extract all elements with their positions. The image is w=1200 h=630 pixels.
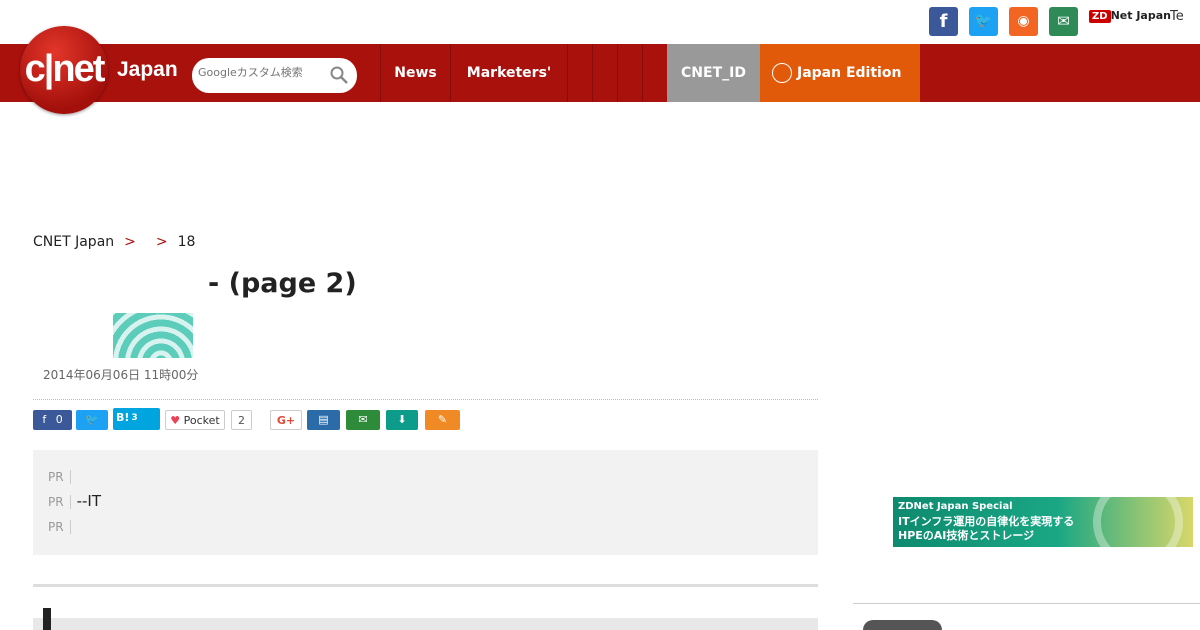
search-box[interactable] xyxy=(192,58,357,93)
pr-link[interactable]: PR xyxy=(48,467,77,485)
top-bar: f 🐦 ◉ ✉ ZD Net Japan Te xyxy=(0,0,1200,44)
facebook-icon[interactable]: f xyxy=(929,7,958,36)
breadcrumb: CNET Japan > >18 xyxy=(33,234,195,250)
mail-icon[interactable]: ✉ xyxy=(1049,7,1078,36)
content-box xyxy=(33,608,818,630)
twitter-share-button[interactable]: 🐦 xyxy=(76,410,108,430)
nav-divider xyxy=(567,44,568,102)
print-icon[interactable]: ▤ xyxy=(307,410,340,430)
banner-line-2: HPEのAI技術とストレージ xyxy=(898,529,1035,542)
pr-link[interactable]: PR --IT xyxy=(48,492,101,510)
email-share-icon[interactable]: ✉ xyxy=(346,410,380,430)
hatena-count: 3 xyxy=(131,413,138,423)
nav-divider xyxy=(642,44,643,102)
rss-icon[interactable]: ◉ xyxy=(1009,7,1038,36)
breadcrumb-separator: > xyxy=(155,234,168,250)
nav-marketers[interactable]: Marketers' xyxy=(450,44,567,102)
pr-link-text: --IT xyxy=(76,492,101,510)
pocket-count: 2 xyxy=(231,410,252,430)
japan-edition-button[interactable]: Japan Edition xyxy=(760,44,920,102)
cnet-logo[interactable]: c|net xyxy=(20,26,108,114)
banner-title: ZDNet Japan Special xyxy=(898,501,1013,512)
google-plus-button[interactable]: G+ xyxy=(270,410,302,430)
breadcrumb-home[interactable]: CNET Japan xyxy=(33,234,114,250)
banner-line-1: ITインフラ運用の自律化を実現する xyxy=(898,515,1075,528)
pocket-button[interactable]: ♥ Pocket xyxy=(165,410,225,430)
main-nav xyxy=(0,44,1200,102)
chevron-down-icon xyxy=(772,63,792,83)
pr-tag: PR xyxy=(48,495,71,509)
author-thumbnail xyxy=(113,313,193,358)
zdnet-badge: ZD xyxy=(1089,10,1111,23)
japan-edition-label: Japan Edition xyxy=(797,65,902,81)
nav-divider xyxy=(617,44,618,102)
nav-news[interactable]: News xyxy=(380,44,450,102)
breadcrumb-current[interactable]: 18 xyxy=(178,234,196,250)
pr-tag: PR xyxy=(48,470,71,484)
clip-icon[interactable]: ✎ xyxy=(425,410,460,430)
edition-label[interactable]: Japan xyxy=(117,58,178,82)
banner-text: ITインフラ運用の自律化を実現する HPEのAI技術とストレージ xyxy=(898,515,1074,543)
facebook-share-button[interactable]: f 0 xyxy=(33,410,72,430)
sidebar-item-thumbnail[interactable] xyxy=(863,620,942,630)
pocket-icon: ♥ xyxy=(170,414,181,427)
breadcrumb-separator: > xyxy=(124,234,136,250)
banner-decoration xyxy=(1093,497,1183,547)
divider xyxy=(33,399,818,400)
twitter-icon[interactable]: 🐦 xyxy=(969,7,998,36)
article-date: 2014年06月06日 11時00分 xyxy=(43,368,199,382)
zdnet-special-banner[interactable]: ZDNet Japan Special ITインフラ運用の自律化を実現する HPE… xyxy=(893,497,1193,547)
hatena-label: B! xyxy=(116,411,130,424)
box-accent xyxy=(43,608,51,630)
pr-tag: PR xyxy=(48,520,71,534)
section-divider xyxy=(33,584,818,587)
cnet-id-button[interactable]: CNET_ID xyxy=(667,44,760,102)
zdnet-logo-text: Net Japan xyxy=(1110,9,1171,22)
hatena-bookmark-button[interactable]: B! 3 xyxy=(113,408,160,430)
search-input[interactable] xyxy=(198,66,323,79)
nav-divider xyxy=(592,44,593,102)
pr-link[interactable]: PR xyxy=(48,517,77,535)
facebook-share-count: 0 xyxy=(55,413,63,426)
download-icon[interactable]: ⬇ xyxy=(386,410,418,430)
pocket-label: Pocket xyxy=(183,414,220,427)
sidebar-heading xyxy=(853,564,1200,604)
article-byline: 2014年06月06日 11時00分 xyxy=(33,366,198,383)
tc-logo[interactable]: Te xyxy=(1170,9,1184,24)
pr-box: PR PR --IT PR xyxy=(33,450,818,555)
search-icon[interactable] xyxy=(329,65,349,85)
article-title: - (page 2) xyxy=(208,268,357,299)
zdnet-logo[interactable]: ZD Net Japan xyxy=(1089,9,1171,23)
